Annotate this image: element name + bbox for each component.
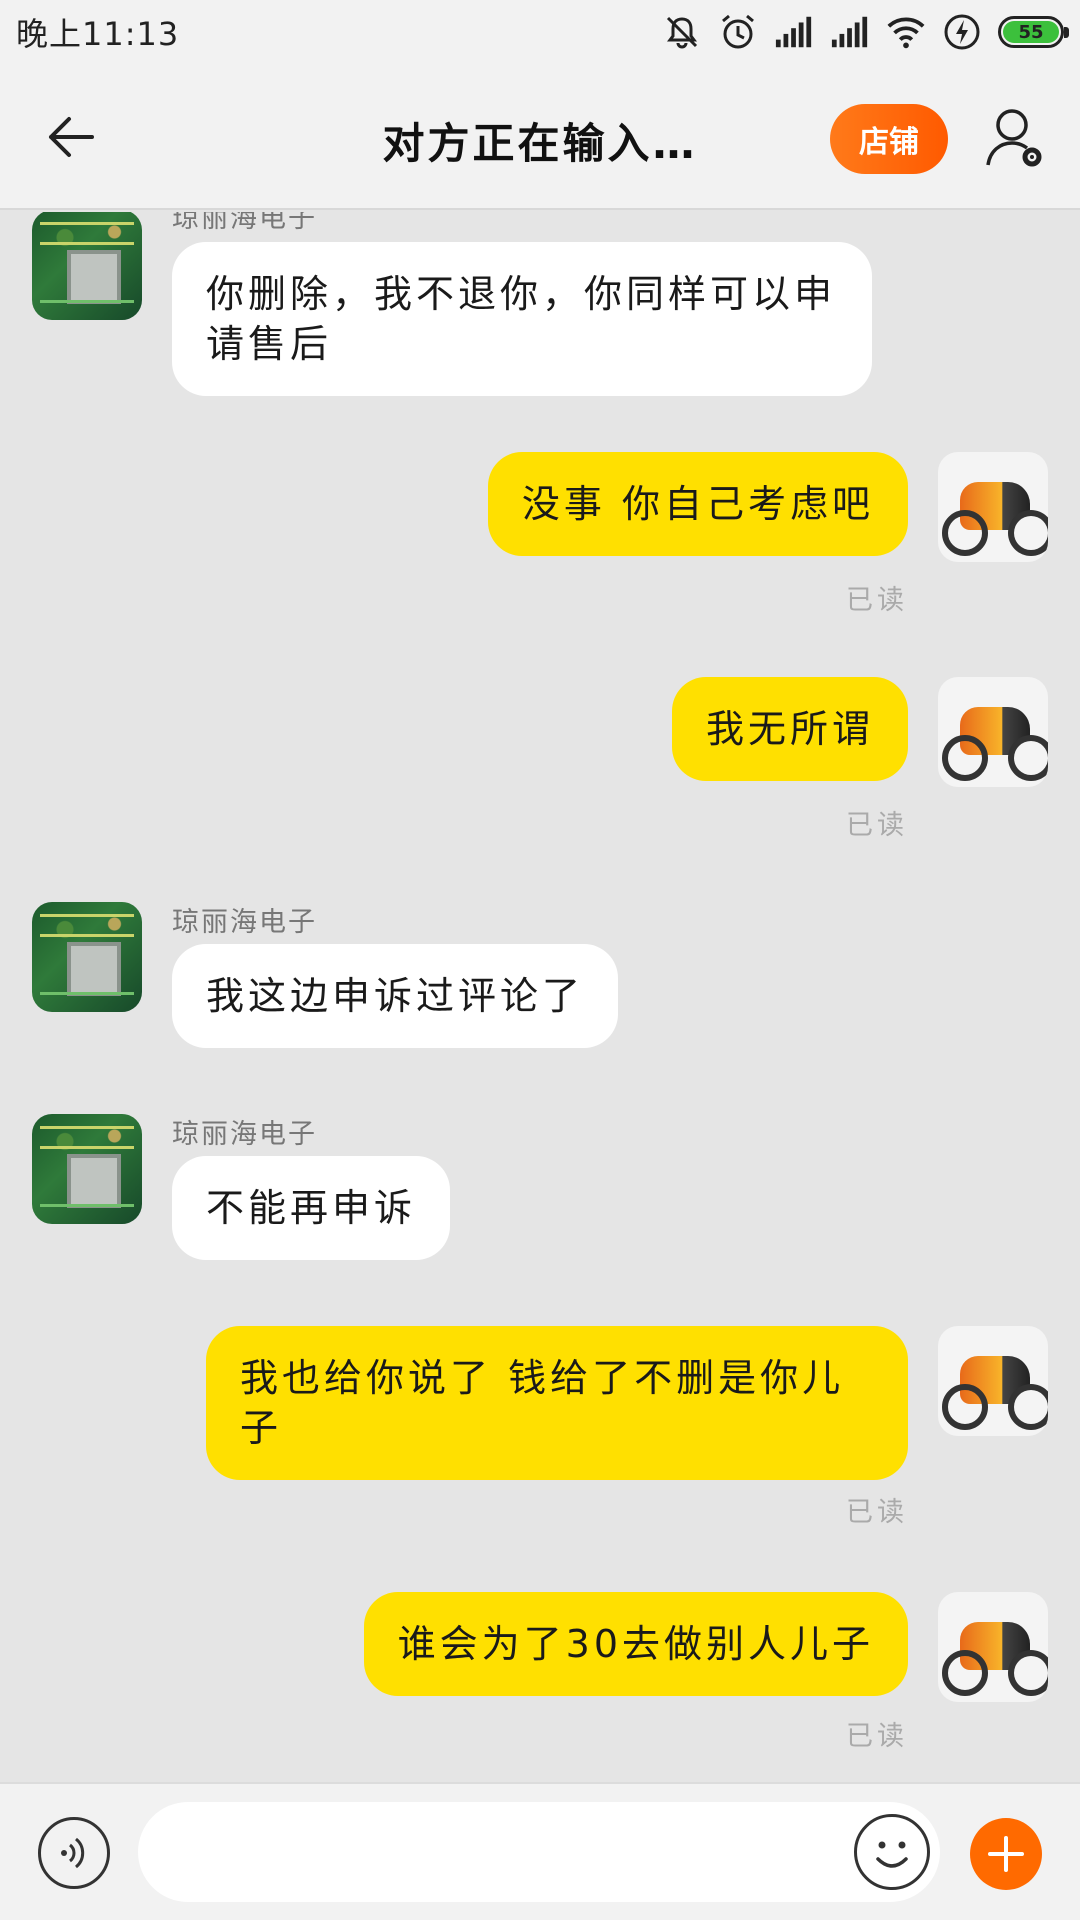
shop-button[interactable]: 店铺 <box>830 104 948 174</box>
message-bubble[interactable]: 我无所谓 <box>671 677 908 781</box>
signal-icon <box>774 12 814 52</box>
user-avatar[interactable] <box>938 1326 1048 1436</box>
status-bar: 晚上11:13 55 <box>0 0 1080 64</box>
charging-icon <box>942 12 982 52</box>
nav-bar: 对方正在输入… 店铺 <box>0 64 1080 210</box>
alarm-icon <box>718 12 758 52</box>
read-status: 已读 <box>846 810 908 841</box>
plus-button[interactable] <box>970 1818 1042 1890</box>
user-settings-button[interactable] <box>980 102 1050 174</box>
status-icons: 55 <box>662 12 1069 52</box>
plus-icon <box>988 1836 1024 1872</box>
wifi-icon <box>886 12 926 52</box>
message-bubble[interactable]: 不能再申诉 <box>172 1156 451 1260</box>
voice-icon <box>61 1837 85 1869</box>
user-avatar[interactable] <box>938 1592 1048 1702</box>
read-status: 已读 <box>846 585 908 616</box>
sender-name: 琼丽海电子 <box>172 212 317 234</box>
shop-avatar[interactable] <box>32 1114 142 1224</box>
shop-avatar[interactable] <box>32 212 142 320</box>
emoji-icon <box>876 1841 908 1868</box>
message-bubble[interactable]: 没事 你自己考虑吧 <box>487 452 908 556</box>
message-input[interactable] <box>138 1802 940 1902</box>
message-bubble[interactable]: 谁会为了30去做别人儿子 <box>363 1592 908 1696</box>
message-bubble[interactable]: 我也给你说了 钱给了不删是你儿子 <box>206 1326 908 1480</box>
voice-button[interactable] <box>38 1817 110 1889</box>
shop-avatar[interactable] <box>32 902 142 1012</box>
read-status: 已读 <box>846 1497 908 1528</box>
user-avatar[interactable] <box>938 677 1048 787</box>
user-avatar[interactable] <box>938 452 1048 562</box>
mute-icon <box>662 12 702 52</box>
chat-area[interactable]: 琼丽海电子 你删除，我不退你，你同样可以申请售后 没事 你自己考虑吧 已读 我无… <box>0 212 1080 1782</box>
battery-icon: 55 <box>998 16 1069 48</box>
emoji-button[interactable] <box>854 1814 930 1890</box>
sender-name: 琼丽海电子 <box>172 1119 317 1150</box>
battery-level: 55 <box>1003 21 1059 43</box>
status-time: 晚上11:13 <box>16 15 180 53</box>
signal-icon <box>830 12 870 52</box>
read-status: 已读 <box>846 1721 908 1752</box>
message-bubble[interactable]: 我这边申诉过评论了 <box>172 944 619 1048</box>
message-bubble[interactable]: 你删除，我不退你，你同样可以申请售后 <box>172 242 872 396</box>
user-settings-icon <box>986 109 1042 167</box>
sender-name: 琼丽海电子 <box>172 907 317 938</box>
input-bar <box>0 1782 1080 1920</box>
